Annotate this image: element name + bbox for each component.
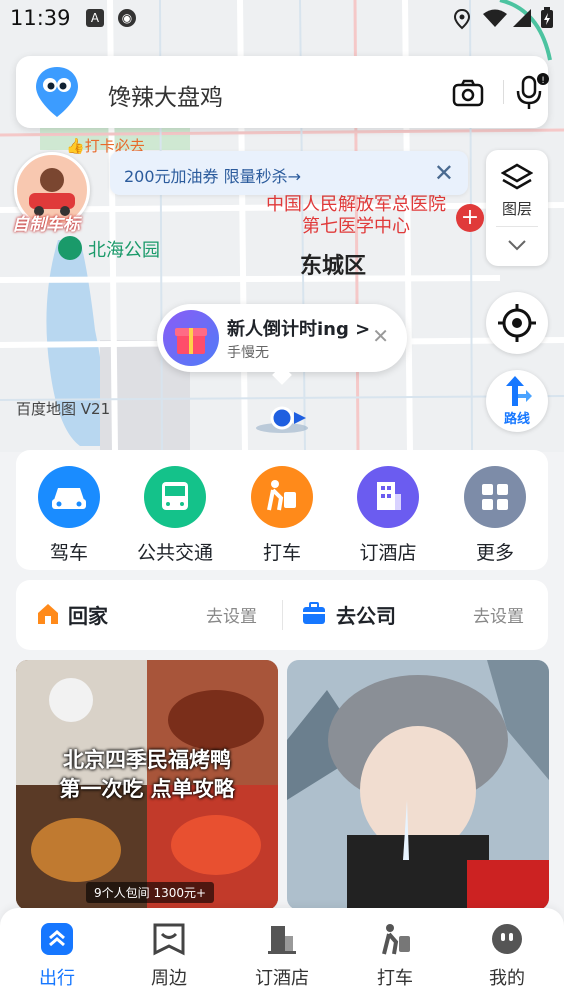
camera-icon[interactable] (452, 78, 484, 108)
route-label: 路线 (503, 412, 530, 427)
home-icon (38, 604, 58, 624)
hospital-label[interactable]: 中国人民解放军总医院 第七医学中心 (258, 194, 454, 238)
quick-hotel[interactable]: 订酒店 (343, 466, 433, 565)
battery-icon (541, 7, 553, 28)
feed-title-line2: 第一次吃 点单攻略 (59, 777, 235, 801)
status-time: 11:39 (10, 6, 71, 30)
tab-label: 周边 (151, 968, 187, 989)
search-divider (503, 80, 504, 104)
hotel-icon (265, 922, 299, 956)
car-icon (38, 466, 100, 528)
quick-more[interactable]: 更多 (450, 466, 540, 565)
bubble-title-text: 新人倒计时ing (227, 319, 349, 340)
feed-card[interactable] (287, 660, 549, 910)
bubble-subtitle: 手慢无 (227, 345, 269, 361)
close-icon[interactable]: ✕ (372, 324, 389, 348)
notification-a-icon: A (86, 9, 104, 27)
bubble-arrow: > (355, 319, 371, 340)
bottom-tab-bar: 出行 周边 订酒店 打车 我的 (0, 908, 564, 1002)
home-label[interactable]: 回家 (68, 600, 108, 629)
snow-portrait-photo (287, 660, 549, 910)
tab-label: 出行 (39, 968, 75, 989)
route-button[interactable]: 路线 (486, 370, 548, 432)
tab-label: 打车 (377, 968, 413, 989)
hospital-icon[interactable]: + (456, 204, 484, 232)
promo-text[interactable]: 200元加油券 限量秒杀→ (124, 163, 301, 187)
quick-nav: 驾车 公共交通 打车 订酒店 更多 (16, 450, 548, 570)
new-user-bubble[interactable]: 新人倒计时ing > 手慢无 ✕ (157, 304, 407, 385)
hospital-name-line2: 第七医学中心 (302, 216, 410, 237)
notification-chat-icon: ◉ (118, 9, 136, 27)
layers-icon (501, 163, 533, 190)
grid-icon (464, 466, 526, 528)
taxi-icon (378, 922, 412, 956)
home-work-divider (282, 600, 283, 630)
quick-label: 驾车 (49, 542, 88, 564)
svg-text:!: ! (541, 76, 545, 86)
chevron-down-icon[interactable] (506, 238, 528, 252)
hospital-name-line1: 中国人民解放军总医院 (266, 194, 446, 215)
tab-label: 我的 (489, 968, 525, 989)
home-set-button[interactable]: 去设置 (206, 602, 257, 627)
briefcase-icon (303, 602, 325, 624)
signal-icon (513, 9, 531, 27)
self-car-label: 自制车标 (12, 215, 80, 235)
quick-transit[interactable]: 公共交通 (130, 466, 220, 565)
feed-title-line1: 北京四季民福烤鸭 (63, 748, 231, 772)
layers-separator (496, 226, 538, 227)
quick-drive[interactable]: 驾车 (24, 466, 114, 565)
location-icon (453, 8, 471, 30)
tab-taxi[interactable]: 打车 (350, 922, 440, 990)
quick-label: 订酒店 (359, 542, 417, 564)
nearby-icon (152, 922, 186, 956)
quick-label: 公共交通 (136, 542, 213, 564)
home-work-card: 回家 去设置 去公司 去设置 (16, 580, 548, 650)
quick-label: 更多 (475, 542, 514, 564)
layers-label: 图层 (501, 200, 532, 218)
park-label[interactable]: 北海公园 (88, 236, 160, 262)
tab-hotel[interactable]: 订酒店 (237, 922, 327, 990)
work-label[interactable]: 去公司 (336, 600, 396, 629)
baidu-map-mascot-icon (36, 67, 78, 117)
hotel-icon (357, 466, 419, 528)
feed-card-title: 北京四季民福烤鸭 第一次吃 点单攻略 (16, 746, 278, 804)
district-label: 东城区 (300, 254, 367, 279)
profile-icon (490, 922, 524, 956)
locate-icon (498, 304, 536, 342)
user-location-icon (256, 406, 308, 433)
close-icon[interactable]: ✕ (434, 159, 454, 187)
taxi-icon (251, 466, 313, 528)
status-bar: 11:39 A ◉ (0, 0, 564, 36)
bubble-title: 新人倒计时ing > (227, 315, 370, 341)
tab-label: 订酒店 (255, 968, 309, 989)
wifi-icon (483, 9, 507, 27)
travel-icon (40, 922, 74, 956)
tab-nearby[interactable]: 周边 (124, 922, 214, 990)
search-bar[interactable]: 馋辣大盘鸡 ! (16, 56, 550, 128)
layers-control[interactable]: 图层 (486, 150, 548, 266)
quick-taxi[interactable]: 打车 (237, 466, 327, 565)
route-arrow-icon (506, 376, 532, 406)
feed-card[interactable]: 北京四季民福烤鸭 第一次吃 点单攻略 9个人包间 1300元+ (16, 660, 278, 910)
search-input[interactable]: 馋辣大盘鸡 (108, 78, 223, 112)
feed-card-tag: 9个人包间 1300元+ (86, 882, 215, 903)
map-watermark: 百度地图 V21 (16, 400, 111, 418)
promo-banner[interactable]: 200元加油券 限量秒杀→ ✕ (110, 151, 468, 195)
self-car-badge[interactable]: 自制车标 (12, 150, 92, 235)
work-set-button[interactable]: 去设置 (473, 602, 524, 627)
park-icon (58, 236, 82, 260)
bus-icon (144, 466, 206, 528)
locate-button[interactable] (486, 292, 548, 354)
voice-icon[interactable]: ! (514, 73, 550, 111)
quick-label: 打车 (262, 542, 301, 564)
tab-profile[interactable]: 我的 (462, 922, 552, 990)
gift-icon (163, 310, 219, 366)
tab-travel[interactable]: 出行 (12, 922, 102, 990)
